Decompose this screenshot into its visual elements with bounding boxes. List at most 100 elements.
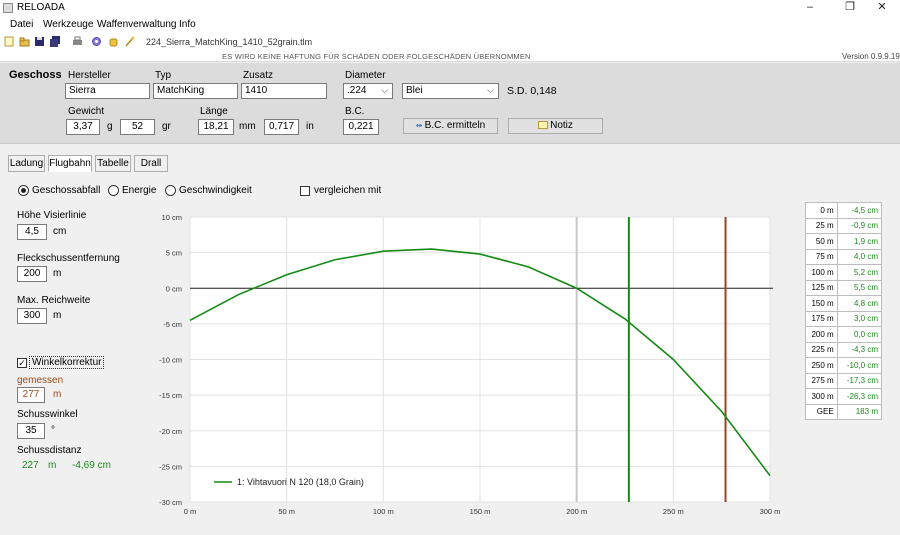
table-row: 125 m 5,5 cm [805,279,883,296]
table-row: 50 m 1,9 cm [805,233,883,250]
table-row: 0 m -4,5 cm [805,202,883,219]
range-distance: 200 m [805,326,838,343]
range-distance: 250 m [805,357,838,374]
sight-height-unit: cm [53,226,67,237]
range-distance: 25 m [805,217,838,234]
note-button[interactable]: Notiz [508,118,603,134]
material-select[interactable]: Blei ⌵ [402,83,499,99]
menu-werkzeuge[interactable]: Werkzeuge [43,19,93,30]
save-all-icon[interactable] [50,36,61,47]
table-row: 250 m -10,0 cm [805,357,883,374]
diameter-select[interactable]: .224 ⌵ [343,83,393,99]
x-tick-label: 200 m [566,507,587,516]
range-distance: GEE [805,403,838,420]
range-distance: 175 m [805,310,838,327]
zero-unit: m [53,268,62,279]
print-icon[interactable] [72,36,83,47]
type-field[interactable]: MatchKing [153,83,238,99]
y-tick-label: -20 cm [159,427,182,436]
bc-field[interactable]: 0,221 [343,119,379,135]
range-value: 3,0 cm [836,310,883,327]
bc-determine-label: B.C. ermitteln [424,120,486,131]
compare-checkbox[interactable] [300,186,310,196]
radio-drop[interactable] [18,185,29,196]
max-range-field[interactable]: 300 [17,308,47,324]
app-icon [3,3,13,13]
zero-field[interactable]: 200 [17,266,47,282]
tab-ladung[interactable]: Ladung [8,155,45,172]
file-name: 224_Sierra_MatchKing_1410_52grain.tlm [146,37,313,47]
y-tick-label: -25 cm [159,462,182,471]
table-row: 200 m 0,0 cm [805,326,883,343]
tab-tabelle[interactable]: Tabelle [95,155,131,172]
weight-gr-field[interactable]: 52 [120,119,155,135]
wand-icon[interactable] [124,36,135,47]
chevron-down-icon: ⌵ [487,85,494,95]
range-value: -4,5 cm [836,202,883,219]
version-label: Version 0.9.9.19 [842,52,900,61]
range-value: 1,9 cm [836,233,883,250]
length-mm-field[interactable]: 18,21 [198,119,234,135]
shot-distance-value: 227 [22,460,39,471]
minimize-button[interactable]: – [792,0,828,16]
table-row: 100 m 5,2 cm [805,264,883,281]
manufacturer-field[interactable]: Sierra [65,83,150,99]
menu-info[interactable]: Info [179,19,196,30]
range-table: 0 m -4,5 cm 25 m -0,9 cm 50 m 1,9 cm 75 m 4,0 c… [805,202,883,420]
extra-label: Zusatz [243,70,274,81]
length-in-field[interactable]: 0,717 [264,119,299,135]
new-file-icon[interactable] [4,36,15,47]
note-icon [538,121,549,130]
radio-energy[interactable] [108,185,119,196]
tab-drall[interactable]: Drall [134,155,168,172]
max-range-unit: m [53,310,62,321]
x-tick-label: 0 m [184,507,197,516]
extra-field[interactable]: 1410 [241,83,327,99]
legend-label: 1: Vihtavuori N 120 (18,0 Grain) [237,477,364,487]
angle-correction-label: Winkelkorrektur [29,356,105,369]
shot-angle-unit: ° [51,425,55,436]
radio-energy-label: Energie [122,185,157,196]
trajectory-chart: 0 m 50 m 100 m 150 m 200 m 250 m 300 m 10 cm 5 c… [159,213,780,516]
ruler-icon: ⇹ [415,121,425,130]
sight-height-field[interactable]: 4,5 [17,224,47,240]
tab-flugbahn[interactable]: Flugbahn [48,155,92,172]
measured-unit: m [53,389,62,400]
hand-icon[interactable] [108,36,119,47]
open-icon[interactable] [19,36,30,47]
material-value: Blei [406,85,423,96]
window-title: RELOADA [17,2,65,13]
y-tick-label: -5 cm [163,320,182,329]
manufacturer-label: Hersteller [68,70,111,81]
measured-label: gemessen [17,375,64,386]
restore-button[interactable]: ❐ [832,0,868,16]
shot-distance-drop: -4,69 cm [72,460,111,471]
radio-velocity[interactable] [165,185,176,196]
angle-correction-checkbox[interactable]: ✓ [17,358,27,368]
table-row: 150 m 4,8 cm [805,295,883,312]
compare-label: vergleichen mit [314,185,382,196]
range-value: -26,3 cm [836,388,883,405]
table-row: 75 m 4,0 cm [805,248,883,265]
x-tick-label: 50 m [278,507,295,516]
weight-g-unit: g [107,121,113,132]
close-button[interactable]: ✕ [864,0,900,16]
bc-determine-button[interactable]: ⇹ B.C. ermitteln [403,118,498,134]
range-value: 0,0 cm [836,326,883,343]
range-value: 4,8 cm [836,295,883,312]
shot-angle-label: Schusswinkel [17,409,78,420]
measured-field[interactable]: 277 [17,387,45,403]
sight-height-label: Höhe Visierlinie [17,210,87,221]
range-value: 5,2 cm [836,264,883,281]
menu-datei[interactable]: Datei [10,19,33,30]
length-label: Länge [200,106,228,117]
save-icon[interactable] [34,36,45,47]
settings-icon[interactable] [91,36,102,47]
radio-velocity-label: Geschwindigkeit [179,185,252,196]
range-value: -0,9 cm [836,217,883,234]
weight-g-field[interactable]: 3,37 [66,119,100,135]
shot-angle-field[interactable]: 35 [17,423,45,439]
menu-waffenverwaltung[interactable]: Waffenverwaltung [97,19,177,30]
y-tick-label: -15 cm [159,391,182,400]
range-value: -17,3 cm [836,372,883,389]
